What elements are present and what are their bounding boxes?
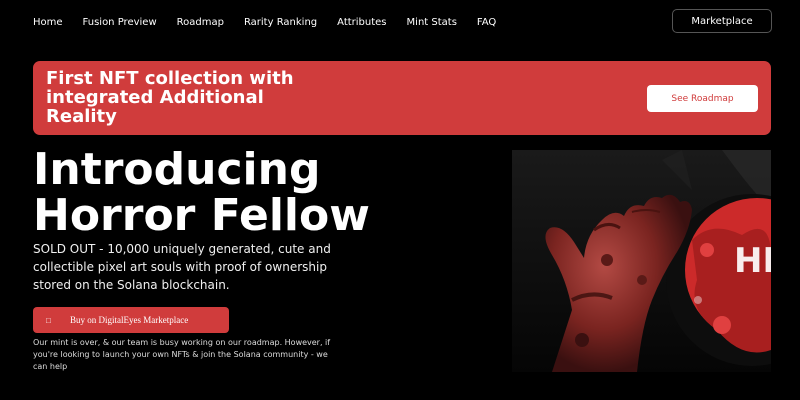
nav-attributes[interactable]: Attributes: [337, 17, 386, 28]
top-nav: Home Fusion Preview Roadmap Rarity Ranki…: [33, 10, 772, 34]
artwork-image: HF: [512, 150, 771, 372]
hero-description: SOLD OUT - 10,000 uniquely generated, cu…: [33, 242, 331, 292]
nav-roadmap[interactable]: Roadmap: [177, 17, 224, 28]
marketplace-button[interactable]: Marketplace: [672, 9, 772, 33]
nav-fusion-preview[interactable]: Fusion Preview: [83, 17, 157, 28]
square-icon: □: [46, 315, 51, 325]
hero-title: Introducing Horror Fellow: [33, 144, 370, 241]
zombie-hand-artwork: HF: [512, 150, 771, 372]
nav-rarity-ranking[interactable]: Rarity Ranking: [244, 17, 317, 28]
nav-faq[interactable]: FAQ: [477, 17, 496, 28]
nav-mint-stats[interactable]: Mint Stats: [407, 17, 457, 28]
mint-note: Our mint is over, & our team is busy wor…: [33, 338, 331, 371]
see-roadmap-button[interactable]: See Roadmap: [647, 85, 758, 112]
announcement-banner: First NFT collection with integrated Add…: [33, 61, 771, 135]
art-logo-text: HF: [734, 241, 771, 281]
nav-home[interactable]: Home: [33, 17, 63, 28]
buy-on-digitaleyes-button[interactable]: □ Buy on DigitalEyes Marketplace: [33, 307, 229, 333]
buy-button-label: Buy on DigitalEyes Marketplace: [70, 315, 189, 325]
banner-title: First NFT collection with integrated Add…: [46, 68, 294, 127]
